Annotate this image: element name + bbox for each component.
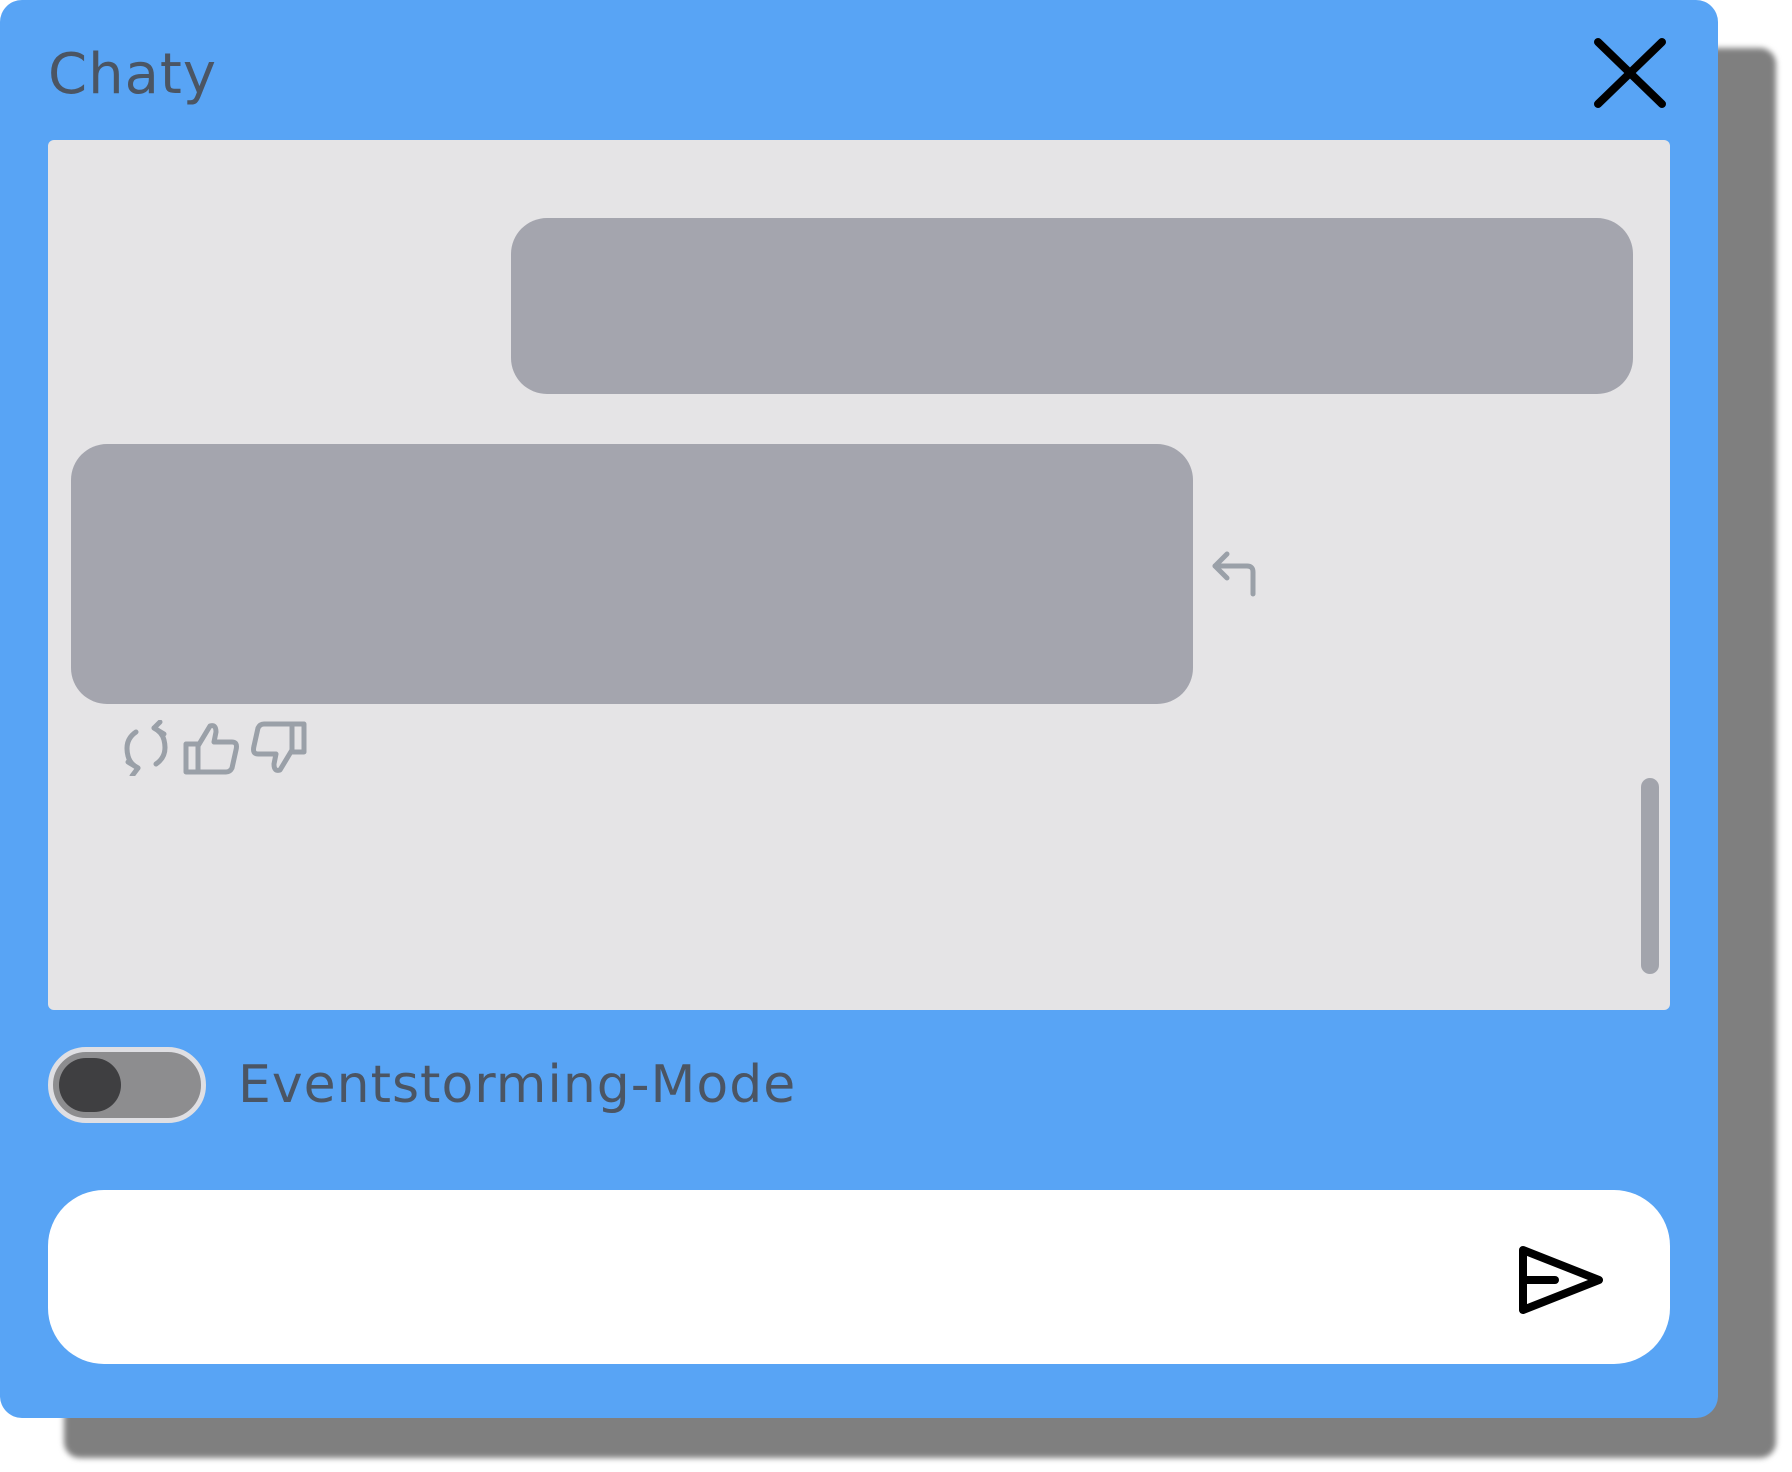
regenerate-button[interactable]: [116, 720, 176, 776]
mode-toggle-row: Eventstorming-Mode: [48, 1044, 796, 1126]
stage: Chaty Eventstorming-Mode: [0, 0, 1792, 1472]
assistant-message-bubble: [71, 444, 1193, 704]
eventstorming-mode-toggle[interactable]: [48, 1047, 206, 1123]
reply-button[interactable]: [1211, 548, 1263, 600]
reply-arrow-icon: [1212, 551, 1256, 597]
message-input[interactable]: [108, 1230, 1492, 1326]
close-button[interactable]: [1588, 34, 1672, 112]
messages-area[interactable]: [48, 140, 1670, 1010]
regenerate-icon: [124, 720, 168, 776]
send-icon: [1519, 1246, 1603, 1314]
send-button[interactable]: [1515, 1244, 1605, 1316]
thumbs-up-icon: [183, 723, 239, 775]
chat-panel: Chaty Eventstorming-Mode: [0, 0, 1718, 1418]
composer: [48, 1190, 1670, 1364]
close-icon: [1594, 38, 1666, 108]
eventstorming-mode-label: Eventstorming-Mode: [238, 1055, 797, 1115]
toggle-knob: [59, 1058, 121, 1112]
thumbs-down-button[interactable]: [248, 720, 308, 776]
thumbs-down-icon: [251, 721, 307, 773]
chat-title: Chaty: [48, 42, 218, 107]
user-message-bubble: [511, 218, 1633, 394]
message-actions: [116, 720, 308, 776]
thumbs-up-button[interactable]: [182, 720, 242, 776]
messages-scrollbar[interactable]: [1641, 778, 1659, 974]
